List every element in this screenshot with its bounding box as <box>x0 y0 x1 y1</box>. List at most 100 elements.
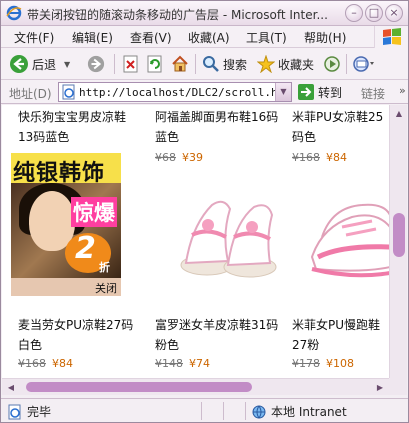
go-button[interactable]: 转到 <box>297 83 342 101</box>
ad-close-button[interactable]: 关闭 <box>95 280 117 296</box>
status-divider <box>223 402 224 420</box>
sneaker-image[interactable] <box>302 187 389 287</box>
windows-flag-icon <box>383 28 401 45</box>
mail-icon <box>353 56 374 72</box>
product-name[interactable]: 麦当劳女PU凉鞋27码白色 <box>18 315 144 355</box>
links-label[interactable]: 链接 <box>361 85 385 102</box>
go-arrow-icon <box>298 84 314 100</box>
scroll-up-icon[interactable]: ▲ <box>392 107 406 121</box>
product-name[interactable]: 阿福盖脚面男布鞋16码蓝色 <box>155 107 281 147</box>
new-price: ¥84 <box>326 151 347 164</box>
maximize-button[interactable]: □ <box>365 4 383 22</box>
intranet-icon <box>252 405 266 418</box>
menu-help[interactable]: 帮助(H) <box>304 29 346 46</box>
sandal-image[interactable] <box>172 175 282 285</box>
toolbar-separator <box>114 54 115 74</box>
product-price: ¥168 ¥84 <box>292 151 347 164</box>
search-icon <box>203 56 219 72</box>
forward-button[interactable] <box>87 54 105 74</box>
product-price: ¥148 ¥74 <box>155 357 210 370</box>
back-dropdown-icon[interactable]: ▼ <box>64 60 70 69</box>
close-button[interactable]: × <box>385 4 403 22</box>
back-arrow-icon <box>10 55 28 73</box>
home-button[interactable] <box>171 54 189 74</box>
status-text: 完毕 <box>27 405 52 419</box>
home-icon <box>172 55 188 72</box>
back-label: 后退 <box>32 57 57 72</box>
mail-button[interactable] <box>353 54 377 74</box>
scrollbar-corner <box>389 378 407 395</box>
page-content: 快乐狗宝宝男皮凉鞋13码蓝色 阿福盖脚面男布鞋16码蓝色 ¥68 ¥39 米菲PU… <box>2 105 389 395</box>
status-bar: 完毕 本地 Intranet <box>1 398 408 422</box>
ad-footer: 关闭 <box>11 278 121 296</box>
links-chevron-icon[interactable]: » <box>399 84 406 97</box>
vertical-scrollbar[interactable]: ▲ ▼ <box>389 105 407 395</box>
scroll-right-icon[interactable]: ▶ <box>373 381 387 394</box>
star-icon <box>257 55 275 73</box>
product-price: ¥178 ¥108 <box>292 357 354 370</box>
old-price: ¥148 <box>155 357 183 370</box>
page-icon <box>62 84 75 100</box>
ie-icon <box>6 5 22 21</box>
windows-logo <box>374 26 408 48</box>
toolbar-separator <box>346 54 347 74</box>
stop-icon <box>123 55 138 73</box>
product-name[interactable]: 米菲PU女凉鞋25码色 <box>292 107 389 147</box>
new-price: ¥39 <box>182 151 203 164</box>
browser-window: 带关闭按钮的随滚动条移动的广告层 - Microsoft Inter... – … <box>0 0 409 423</box>
product-price: ¥68 ¥39 <box>155 151 203 164</box>
old-price: ¥168 <box>292 151 320 164</box>
address-bar: 地址(D) http://localhost/DLC2/scroll.html … <box>1 80 408 104</box>
old-price: ¥68 <box>155 151 176 164</box>
menu-edit[interactable]: 编辑(E) <box>72 29 113 46</box>
new-price: ¥84 <box>52 357 73 370</box>
address-dropdown-icon[interactable]: ▼ <box>275 83 291 101</box>
old-price: ¥178 <box>292 357 320 370</box>
product-name[interactable]: 富罗迷女羊皮凉鞋31码粉色 <box>155 315 281 355</box>
go-label: 转到 <box>318 85 343 100</box>
security-zone: 本地 Intranet <box>251 403 347 420</box>
address-url: http://localhost/DLC2/scroll.html <box>79 86 275 99</box>
page-done-icon <box>8 404 21 419</box>
new-price: ¥108 <box>326 357 354 370</box>
status-divider <box>201 402 202 420</box>
floating-ad[interactable]: 纯银韩饰 惊爆 2 折 关闭 <box>11 153 121 296</box>
title-bar: 带关闭按钮的随滚动条移动的广告层 - Microsoft Inter... – … <box>1 1 408 26</box>
menu-tools[interactable]: 工具(T) <box>246 29 287 46</box>
stop-button[interactable] <box>123 54 139 74</box>
menu-favorites[interactable]: 收藏(A) <box>188 29 230 46</box>
back-button[interactable]: 后退 ▼ <box>9 54 70 74</box>
address-label: 地址(D) <box>9 87 52 101</box>
ad-slogan: 惊爆 <box>71 197 117 227</box>
horizontal-scrollbar[interactable]: ◀ ▶ <box>2 378 389 395</box>
scroll-left-icon[interactable]: ◀ <box>4 381 18 394</box>
product-name[interactable]: 快乐狗宝宝男皮凉鞋13码蓝色 <box>18 107 140 147</box>
refresh-icon <box>147 55 162 73</box>
old-price: ¥168 <box>18 357 46 370</box>
window-title: 带关闭按钮的随滚动条移动的广告层 - Microsoft Inter... <box>27 8 327 22</box>
refresh-button[interactable] <box>147 54 163 74</box>
product-price: ¥168 ¥84 <box>18 357 73 370</box>
vertical-scroll-thumb[interactable] <box>393 213 405 257</box>
status-section: 完毕 <box>7 403 51 420</box>
forward-arrow-icon <box>87 55 105 73</box>
status-divider <box>245 402 246 420</box>
product-name[interactable]: 米菲女PU慢跑鞋27粉 <box>292 315 389 355</box>
new-price: ¥74 <box>189 357 210 370</box>
search-label: 搜索 <box>223 57 248 72</box>
toolbar: 后退 ▼ 搜索 收藏夹 <box>1 48 408 80</box>
favorites-label: 收藏夹 <box>278 57 315 72</box>
horizontal-scroll-thumb[interactable] <box>26 382 252 392</box>
menu-bar: 文件(F) 编辑(E) 查看(V) 收藏(A) 工具(T) 帮助(H) <box>1 26 408 48</box>
search-button[interactable]: 搜索 <box>202 54 247 74</box>
toolbar-separator <box>195 54 196 74</box>
ad-discount-unit: 折 <box>99 261 110 274</box>
media-button[interactable] <box>323 54 341 74</box>
menu-file[interactable]: 文件(F) <box>14 29 54 46</box>
menu-view[interactable]: 查看(V) <box>130 29 172 46</box>
media-icon <box>324 56 340 72</box>
address-input[interactable]: http://localhost/DLC2/scroll.html ▼ <box>58 82 292 102</box>
favorites-button[interactable]: 收藏夹 <box>257 54 314 74</box>
minimize-button[interactable]: – <box>345 4 363 22</box>
ad-discount-number: 2 <box>75 231 96 266</box>
